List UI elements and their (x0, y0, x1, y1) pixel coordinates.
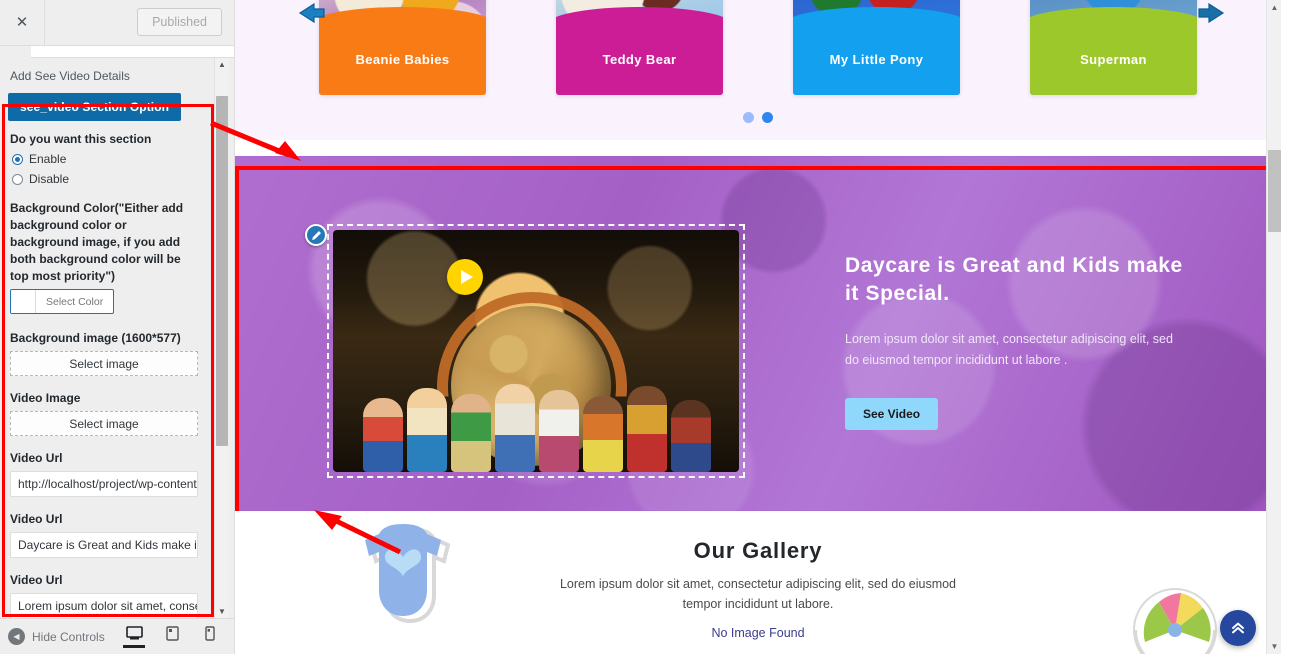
video-thumbnail[interactable] (333, 230, 739, 472)
select-color-button[interactable]: Select Color (10, 289, 115, 315)
beach-ball-icon (1129, 580, 1221, 654)
radio-disable-label: Disable (29, 172, 70, 187)
card-title: Superman (1080, 52, 1147, 67)
video-text-block: Daycare is Great and Kids make it Specia… (845, 252, 1185, 430)
radio-enable-icon[interactable] (12, 153, 23, 165)
carousel-dots (235, 112, 1281, 123)
background-image-label: Background image (1600*577) (10, 331, 181, 346)
gallery-section: Our Gallery Lorem ipsum dolor sit amet, … (235, 512, 1281, 654)
sidebar-scroll-area: Add See Video Details see_video Section … (0, 58, 234, 618)
toy-carousel: Beanie Babies Teddy Bear My Little Pony (235, 0, 1281, 140)
video-url-input-2[interactable]: Daycare is Great and Kids make it Specia… (10, 532, 198, 559)
carousel-card[interactable]: Beanie Babies (319, 0, 486, 95)
see-video-section: Daycare is Great and Kids make it Specia… (235, 140, 1281, 512)
carousel-card[interactable]: Teddy Bear (556, 0, 723, 95)
carousel-dot-1[interactable] (743, 112, 754, 123)
background-image-select-button[interactable]: Select image (10, 351, 198, 377)
color-swatch[interactable] (11, 290, 36, 314)
video-url-label-3: Video Url (10, 573, 63, 588)
sidebar-scrollbar-thumb[interactable] (216, 96, 228, 446)
desktop-icon[interactable] (123, 625, 145, 648)
customizer-sidebar: ✕ Published Add See Video Details see_vi… (0, 0, 235, 654)
scroll-down-icon[interactable]: ▼ (215, 605, 229, 618)
preview-scroll-up-icon[interactable]: ▲ (1267, 0, 1281, 15)
hide-controls-label: Hide Controls (32, 629, 105, 644)
toy-figures (363, 376, 713, 472)
publish-button[interactable]: Published (137, 8, 222, 36)
carousel-card-list: Beanie Babies Teddy Bear My Little Pony (235, 0, 1281, 95)
scroll-up-icon[interactable]: ▲ (215, 58, 229, 71)
sidebar-header: ✕ Published (0, 0, 234, 46)
sidebar-scrollbar[interactable]: ▲ ▼ (214, 58, 229, 618)
close-icon[interactable]: ✕ (0, 0, 45, 45)
video-url-label-1: Video Url (10, 451, 63, 466)
carousel-card[interactable]: My Little Pony (793, 0, 960, 95)
gallery-empty-message: No Image Found (711, 626, 805, 640)
card-title: Teddy Bear (602, 52, 677, 67)
background-color-label: Background Color("Either add background … (10, 201, 184, 284)
sidebar-breadcrumb-bar (31, 46, 234, 58)
see-video-button[interactable]: See Video (845, 397, 939, 430)
mobile-icon[interactable] (199, 625, 221, 648)
video-url-label-2: Video Url (10, 512, 63, 527)
play-icon[interactable] (447, 259, 483, 295)
select-color-label: Select Color (46, 295, 104, 308)
carousel-card[interactable]: Superman (1030, 0, 1197, 95)
video-heading: Daycare is Great and Kids make it Specia… (845, 254, 1183, 305)
customizer-screen: ✕ Published Add See Video Details see_vi… (0, 0, 1296, 654)
card-title: Beanie Babies (355, 52, 450, 67)
radio-disable-icon[interactable] (12, 173, 23, 185)
hide-controls-button[interactable]: ◀ Hide Controls (8, 628, 105, 645)
see-video-section-option-button[interactable]: see_video Section Option (8, 93, 182, 121)
video-paragraph: Lorem ipsum dolor sit amet, consectetur … (845, 332, 1173, 367)
tablet-icon[interactable] (161, 625, 183, 648)
radio-enable-label: Enable (29, 152, 67, 167)
video-image-label: Video Image (10, 391, 81, 406)
arrow-left-icon[interactable] (290, 0, 330, 34)
pencil-edit-icon[interactable] (305, 224, 327, 246)
collapse-icon[interactable]: ◀ (8, 628, 25, 645)
device-preview-switcher (123, 625, 227, 648)
preview-scrollbar-thumb[interactable] (1268, 150, 1281, 232)
preview-scroll-down-icon[interactable]: ▼ (1267, 639, 1281, 654)
video-url-input-3[interactable]: Lorem ipsum dolor sit amet, consectetur … (10, 593, 198, 618)
site-preview: Beanie Babies Teddy Bear My Little Pony (235, 0, 1281, 654)
radio-disable[interactable]: Disable (12, 172, 198, 186)
card-title: My Little Pony (829, 52, 924, 67)
radio-enable[interactable]: Enable (12, 152, 198, 166)
section-toggle-label: Do you want this section (10, 132, 152, 146)
double-chevron-up-icon[interactable] (1220, 610, 1256, 646)
preview-scrollbar[interactable]: ▲ ▼ (1266, 0, 1281, 654)
video-banner: Daycare is Great and Kids make it Specia… (235, 156, 1271, 511)
video-url-input-1[interactable]: http://localhost/project/wp-content/them… (10, 471, 198, 498)
settings-field-list: Do you want this section Enable Disable … (8, 121, 200, 618)
carousel-dot-2[interactable] (762, 112, 773, 123)
sidebar-footer: ◀ Hide Controls (0, 618, 234, 654)
baby-onesie-icon (353, 518, 453, 628)
video-image-select-button[interactable]: Select image (10, 411, 198, 437)
panel-description: Add See Video Details (10, 69, 130, 83)
gallery-subtitle: Lorem ipsum dolor sit amet, consectetur … (559, 577, 957, 611)
arrow-right-icon[interactable] (1193, 0, 1233, 34)
